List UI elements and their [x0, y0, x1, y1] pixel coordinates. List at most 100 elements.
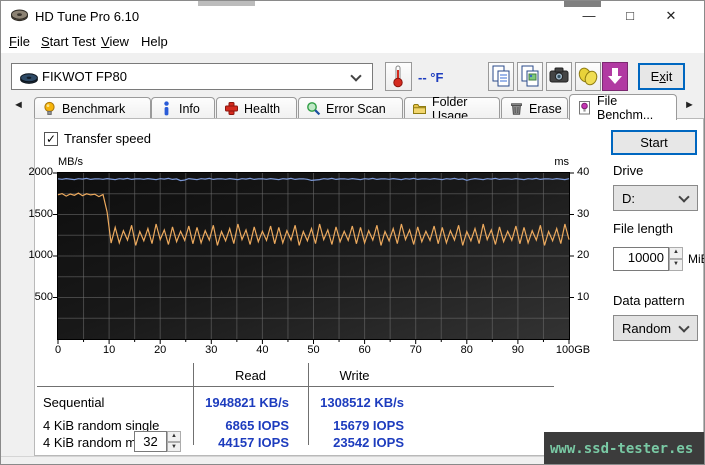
y-left-tick-label: 1000	[28, 249, 53, 261]
y-right-axis-unit: ms	[554, 156, 569, 168]
window-title: HD Tune Pro 6.10	[35, 9, 140, 24]
write-column-header: Write	[339, 368, 370, 383]
x-tick-label: 0	[54, 344, 62, 356]
temperature-readout: -- °F	[418, 70, 444, 85]
tab-info[interactable]: Info	[151, 97, 215, 119]
x-tick-label: 90	[511, 344, 525, 356]
x-tick-label: 50	[307, 344, 320, 356]
screenshot-button[interactable]	[546, 62, 572, 91]
sequential-write-value: 1308512 KB/s	[320, 395, 404, 410]
x-tick-label: 30	[205, 344, 218, 356]
close-button[interactable]: ✕	[655, 5, 687, 27]
read-column-header: Read	[234, 368, 267, 383]
health-cross-icon	[224, 101, 239, 116]
queue-depth-spinner[interactable]: ▲ ▼	[167, 431, 181, 452]
menu-help[interactable]: Help	[141, 34, 168, 49]
copy-text-icon	[492, 65, 510, 87]
y-right-tick-label: 20	[577, 249, 590, 261]
x-tick-label: 70	[409, 344, 422, 356]
watermark-box: www.ssd-tester.es	[544, 432, 704, 464]
tab-scroll-left[interactable]: ◄	[13, 99, 24, 111]
toolbar: FIKWOT FP80 -- °F Exit	[1, 53, 704, 94]
camera-icon	[549, 67, 569, 83]
data-pattern-combobox[interactable]: Random	[613, 315, 698, 341]
spin-down-icon[interactable]: ▼	[167, 441, 181, 452]
menu-file[interactable]: File	[9, 34, 30, 49]
x-tick-label: 80	[460, 344, 473, 356]
chevron-down-icon	[350, 70, 362, 82]
spin-down-icon[interactable]: ▼	[669, 259, 683, 271]
thermometer-icon	[393, 65, 403, 88]
trash-icon	[509, 101, 524, 116]
hands-icon	[578, 67, 598, 86]
tab-error-scan[interactable]: Error Scan	[298, 97, 403, 119]
y-right-tick-label: 40	[577, 166, 590, 178]
start-button[interactable]: Start	[611, 130, 697, 155]
menu-start-test[interactable]: Start Test	[41, 34, 96, 49]
y-right-tick-label: 10	[577, 290, 590, 303]
y-left-tick-label: 2000	[28, 166, 53, 178]
row-label-sequential: Sequential	[43, 395, 105, 410]
random-single-read-value: 6865 IOPS	[225, 418, 289, 433]
x-tick-label: 20	[154, 344, 167, 356]
tab-erase[interactable]: Erase	[501, 97, 568, 119]
drive-disk-icon	[20, 72, 38, 87]
app-disk-icon	[11, 8, 28, 23]
minimize-button[interactable]: —	[573, 5, 605, 27]
x-tick-label: 60	[358, 344, 371, 356]
tab-folder-usage[interactable]: Folder Usage	[404, 95, 500, 123]
random-multi-read-value: 44157 IOPS	[218, 435, 289, 450]
random-multi-write-value: 23542 IOPS	[333, 435, 404, 450]
transfer-speed-checkbox[interactable]: ✓	[44, 132, 58, 146]
data-pattern-value: Random	[622, 321, 672, 336]
title-bar: HD Tune Pro 6.10 — □ ✕	[1, 1, 704, 31]
y-left-tick-label: 500	[34, 290, 53, 303]
chevron-down-icon	[678, 321, 690, 333]
queue-depth-input[interactable]: 32	[134, 431, 167, 452]
tab-file-benchmark[interactable]: File Benchm...	[569, 94, 677, 122]
folder-icon	[412, 101, 427, 116]
temperature-button[interactable]	[385, 62, 412, 91]
copy-image-button[interactable]	[517, 62, 543, 91]
file-length-label: File length	[613, 221, 673, 236]
file-length-unit: MiB	[688, 252, 704, 266]
file-length-spinner[interactable]: ▲ ▼	[669, 247, 683, 271]
file-length-input[interactable]: 10000	[613, 247, 669, 271]
copy-image-icon	[521, 65, 539, 87]
tab-benchmark[interactable]: Benchmark	[34, 97, 151, 119]
x-max-tick-label: 100GB	[555, 344, 591, 356]
tab-bar: ◄ Benchmark Info Health Error Scan Folde…	[1, 94, 704, 123]
copy-text-button[interactable]	[488, 62, 514, 91]
download-button[interactable]	[602, 62, 628, 91]
spin-up-icon[interactable]: ▲	[167, 431, 181, 442]
drive-combobox[interactable]: D:	[613, 185, 698, 211]
data-pattern-label: Data pattern	[613, 293, 685, 308]
download-arrow-icon	[608, 68, 622, 84]
maximize-button[interactable]: □	[614, 5, 646, 27]
x-tick-label: 40	[256, 344, 269, 356]
donate-button[interactable]	[575, 62, 601, 91]
table-header-divider	[37, 386, 554, 387]
drive-value: D:	[622, 191, 635, 206]
selected-drive-label: FIKWOT FP80	[42, 69, 127, 84]
drive-select-combobox[interactable]: FIKWOT FP80	[11, 63, 373, 90]
transfer-speed-label: Transfer speed	[64, 131, 151, 146]
menu-view[interactable]: View	[101, 34, 129, 49]
info-icon	[159, 101, 174, 116]
hdtune-window: HD Tune Pro 6.10 — □ ✕ File Start Test V…	[0, 0, 705, 465]
chart-plot-area	[57, 172, 570, 340]
menu-bar: File Start Test View Help	[1, 31, 704, 53]
sequential-read-value: 1948821 KB/s	[205, 395, 289, 410]
exit-button[interactable]: Exit	[638, 63, 685, 90]
y-left-axis-unit: MB/s	[58, 156, 84, 168]
x-tick-label: 10	[102, 344, 116, 356]
drive-label: Drive	[613, 163, 644, 178]
y-right-tick-label: 30	[577, 207, 590, 220]
tab-scroll-right[interactable]: ►	[684, 99, 695, 111]
tab-health[interactable]: Health	[216, 97, 297, 119]
artifact-smudge-left	[198, 1, 255, 6]
watermark-text: www.ssd-tester.es	[550, 441, 694, 457]
magnifier-icon	[306, 101, 321, 116]
file-benchmark-icon	[577, 100, 592, 115]
spin-up-icon[interactable]: ▲	[669, 247, 683, 259]
